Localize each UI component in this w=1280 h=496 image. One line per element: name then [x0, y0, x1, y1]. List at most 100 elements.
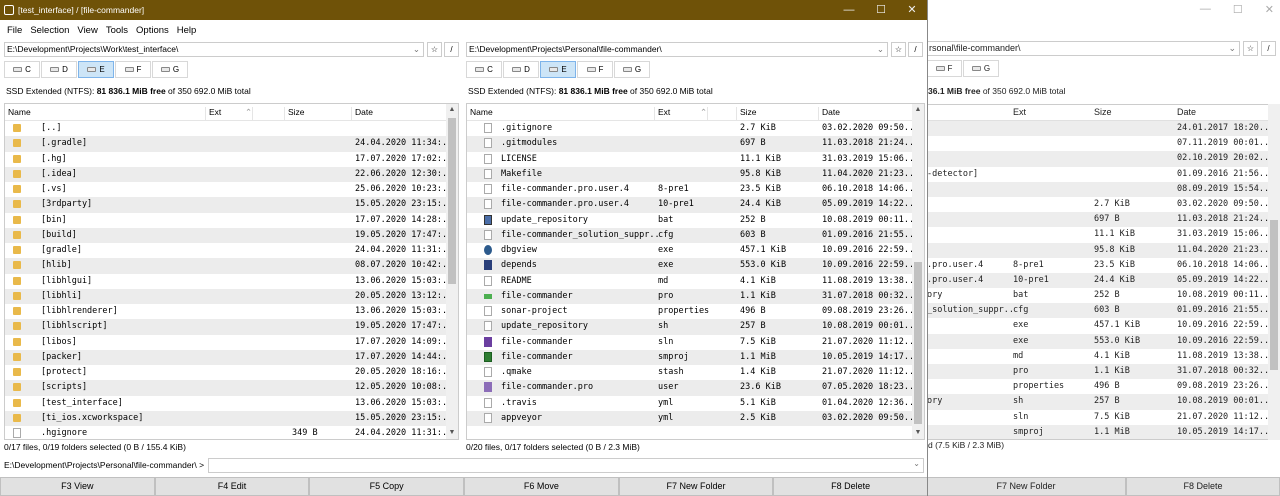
- table-row[interactable]: file-commander.pro.user.4 10-pre1 24.4 KiB…: [467, 197, 924, 213]
- menu-view[interactable]: View: [73, 25, 101, 36]
- left-file-table[interactable]: Name ⌃ Ext Size Date [..] [.gradle] 24.04.…: [4, 103, 459, 440]
- scroll-down-icon[interactable]: ▼: [446, 427, 458, 439]
- background-drive-g-button[interactable]: G: [963, 60, 999, 77]
- maximize-icon[interactable]: ☐: [1233, 3, 1243, 16]
- drive-g-button[interactable]: G: [152, 61, 188, 78]
- table-row[interactable]: [scripts] 12.05.2020 10:08:..: [5, 380, 458, 396]
- table-row[interactable]: smproj 1.1 MiB 10.05.2019 14:17..: [927, 424, 1270, 439]
- chevron-down-icon[interactable]: ⌄: [413, 43, 420, 56]
- table-row[interactable]: .pro.user.4 8-pre1 23.5 KiB 06.10.2018 14:0…: [927, 258, 1270, 273]
- root-slash-button[interactable]: /: [1261, 41, 1276, 56]
- drive-e-button[interactable]: E: [78, 61, 114, 78]
- chevron-down-icon[interactable]: ⌄: [877, 43, 884, 56]
- table-row[interactable]: -detector] 01.09.2016 21:56..: [927, 167, 1270, 182]
- column-size[interactable]: Size: [1094, 107, 1112, 117]
- table-row[interactable]: dbgview exe 457.1 KiB 10.09.2016 22:59..: [467, 243, 924, 258]
- table-row[interactable]: sln 7.5 KiB 21.07.2020 11:12..: [927, 410, 1270, 425]
- table-row[interactable]: file-commander.pro.user.4 8-pre1 23.5 KiB 0…: [467, 182, 924, 197]
- close-icon[interactable]: ✕: [1265, 3, 1274, 16]
- table-row[interactable]: [.gradle] 24.04.2020 11:34:..: [5, 136, 458, 152]
- table-row[interactable]: 08.09.2019 15:54..: [927, 181, 1270, 197]
- table-row[interactable]: depends exe 553.0 KiB 10.09.2016 22:59..: [467, 258, 924, 274]
- table-row[interactable]: Makefile 95.8 KiB 11.04.2020 21:23..: [467, 166, 924, 182]
- scroll-down-icon[interactable]: ▼: [912, 427, 924, 439]
- menu-file[interactable]: File: [3, 25, 26, 36]
- background-file-table[interactable]: Ext Size Date 24.01.2017 18:20.. 07.11.20…: [926, 104, 1271, 440]
- table-row[interactable]: update_repository sh 257 B 10.08.2019 00:01…: [467, 319, 924, 335]
- favorites-star-icon[interactable]: ☆: [891, 42, 906, 57]
- table-row[interactable]: file-commander smproj 1.1 MiB 10.05.2019 14…: [467, 349, 924, 365]
- table-row[interactable]: .travis yml 5.1 KiB 01.04.2020 12:36..: [467, 396, 924, 411]
- close-icon[interactable]: ✕: [897, 0, 927, 20]
- table-row[interactable]: file-commander_solution_suppr.. cfg 603 B 0…: [467, 227, 924, 243]
- column-date[interactable]: Date: [352, 107, 448, 121]
- column-ext[interactable]: Ext: [1013, 107, 1026, 117]
- command-line-input[interactable]: ⌄: [208, 458, 924, 473]
- table-row[interactable]: [build] 19.05.2020 17:47:..: [5, 227, 458, 243]
- table-row[interactable]: [test_interface] 13.06.2020 15:03:..: [5, 396, 458, 411]
- table-row[interactable]: ory bat 252 B 10.08.2019 00:11..: [927, 288, 1270, 303]
- maximize-icon[interactable]: ☐: [866, 0, 896, 20]
- table-row[interactable]: .gitmodules 697 B 11.03.2018 21:24..: [467, 136, 924, 152]
- column-date[interactable]: Date: [1177, 107, 1196, 117]
- table-row[interactable]: [libhlrenderer] 13.06.2020 15:03:..: [5, 304, 458, 319]
- table-row[interactable]: [gradle] 24.04.2020 11:31:..: [5, 243, 458, 258]
- table-row[interactable]: [hlib] 08.07.2020 10:42:..: [5, 258, 458, 274]
- scrollbar-thumb[interactable]: [448, 118, 456, 284]
- favorites-star-icon[interactable]: ☆: [1243, 41, 1258, 56]
- titlebar[interactable]: [test_interface] / [file-commander] — ☐ …: [0, 0, 927, 20]
- scroll-up-icon[interactable]: ▲: [446, 104, 458, 116]
- table-row[interactable]: .pro.user.4 10-pre1 24.4 KiB 05.09.2019 14:…: [927, 272, 1270, 289]
- background-table-header[interactable]: Ext Size Date: [927, 105, 1270, 121]
- root-slash-button[interactable]: /: [908, 42, 923, 57]
- root-slash-button[interactable]: /: [444, 42, 459, 57]
- minimize-icon[interactable]: —: [1200, 3, 1211, 16]
- chevron-down-icon[interactable]: ⌄: [913, 459, 920, 468]
- f8-delete-button[interactable]: F8 Delete: [773, 477, 927, 496]
- table-row[interactable]: LICENSE 11.1 KiB 31.03.2019 15:06..: [467, 152, 924, 167]
- table-row[interactable]: 11.1 KiB 31.03.2019 15:06..: [927, 227, 1270, 242]
- table-row[interactable]: ory sh 257 B 10.08.2019 00:01..: [927, 394, 1270, 410]
- right-path-field[interactable]: E:\Development\Projects\Personal\file-co…: [466, 42, 888, 57]
- table-row[interactable]: [.vs] 25.06.2020 10:23:..: [5, 182, 458, 197]
- table-row[interactable]: 24.01.2017 18:20..: [927, 121, 1270, 137]
- scroll-up-icon[interactable]: ▲: [912, 104, 924, 116]
- background-scrollbar[interactable]: [1268, 104, 1280, 440]
- f4-edit-button[interactable]: F4 Edit: [154, 477, 310, 496]
- table-row[interactable]: exe 457.1 KiB 10.09.2016 22:59..: [927, 318, 1270, 333]
- table-row[interactable]: 95.8 KiB 11.04.2020 21:23..: [927, 242, 1270, 258]
- table-row[interactable]: appveyor yml 2.5 KiB 03.02.2020 09:50..: [467, 410, 924, 426]
- left-path-field[interactable]: E:\Development\Projects\Work\test_interf…: [4, 42, 424, 57]
- table-row[interactable]: [libos] 17.07.2020 14:09:..: [5, 335, 458, 350]
- drive-c-button[interactable]: C: [4, 61, 40, 78]
- table-row[interactable]: _solution_suppr.. cfg 603 B 01.09.2016 21:5…: [927, 303, 1270, 319]
- table-row[interactable]: 697 B 11.03.2018 21:24..: [927, 212, 1270, 228]
- table-row[interactable]: file-commander pro 1.1 KiB 31.07.2018 00:32…: [467, 288, 924, 304]
- menu-tools[interactable]: Tools: [102, 25, 132, 36]
- column-name[interactable]: Name: [5, 107, 206, 121]
- chevron-down-icon[interactable]: ⌄: [1228, 42, 1236, 55]
- menu-selection[interactable]: Selection: [26, 25, 73, 36]
- table-row[interactable]: 07.11.2019 00:01..: [927, 136, 1270, 151]
- drive-c-button[interactable]: C: [466, 61, 502, 78]
- menu-help[interactable]: Help: [173, 25, 201, 36]
- f8-delete-button[interactable]: F8 Delete: [1126, 477, 1280, 496]
- table-row[interactable]: 02.10.2019 20:02..: [927, 151, 1270, 167]
- column-name[interactable]: Name: [467, 107, 655, 121]
- f5-copy-button[interactable]: F5 Copy: [309, 477, 465, 496]
- table-row[interactable]: [3rdparty] 15.05.2020 23:15:..: [5, 197, 458, 213]
- column-size[interactable]: Size: [285, 107, 352, 121]
- drive-f-button[interactable]: F: [577, 61, 613, 78]
- scrollbar-thumb[interactable]: [1270, 220, 1278, 370]
- table-row[interactable]: .hgignore 349 B 24.04.2020 11:31:..: [5, 426, 458, 439]
- table-row[interactable]: md 4.1 KiB 11.08.2019 13:38..: [927, 349, 1270, 364]
- table-row[interactable]: [libhlgui] 13.06.2020 15:03:..: [5, 274, 458, 289]
- right-file-table[interactable]: Name ⌃ Ext Size Date .gitignore 2.7 KiB 03…: [466, 103, 925, 440]
- table-row[interactable]: .gitignore 2.7 KiB 03.02.2020 09:50..: [467, 121, 924, 136]
- f3-view-button[interactable]: F3 View: [0, 477, 155, 496]
- scrollbar-thumb[interactable]: [914, 262, 922, 424]
- table-row[interactable]: 2.7 KiB 03.02.2020 09:50..: [927, 197, 1270, 212]
- background-drive-f-button[interactable]: F: [926, 60, 962, 77]
- table-row[interactable]: .qmake stash 1.4 KiB 21.07.2020 11:12..: [467, 365, 924, 380]
- left-scrollbar[interactable]: ▲ ▼: [446, 104, 458, 439]
